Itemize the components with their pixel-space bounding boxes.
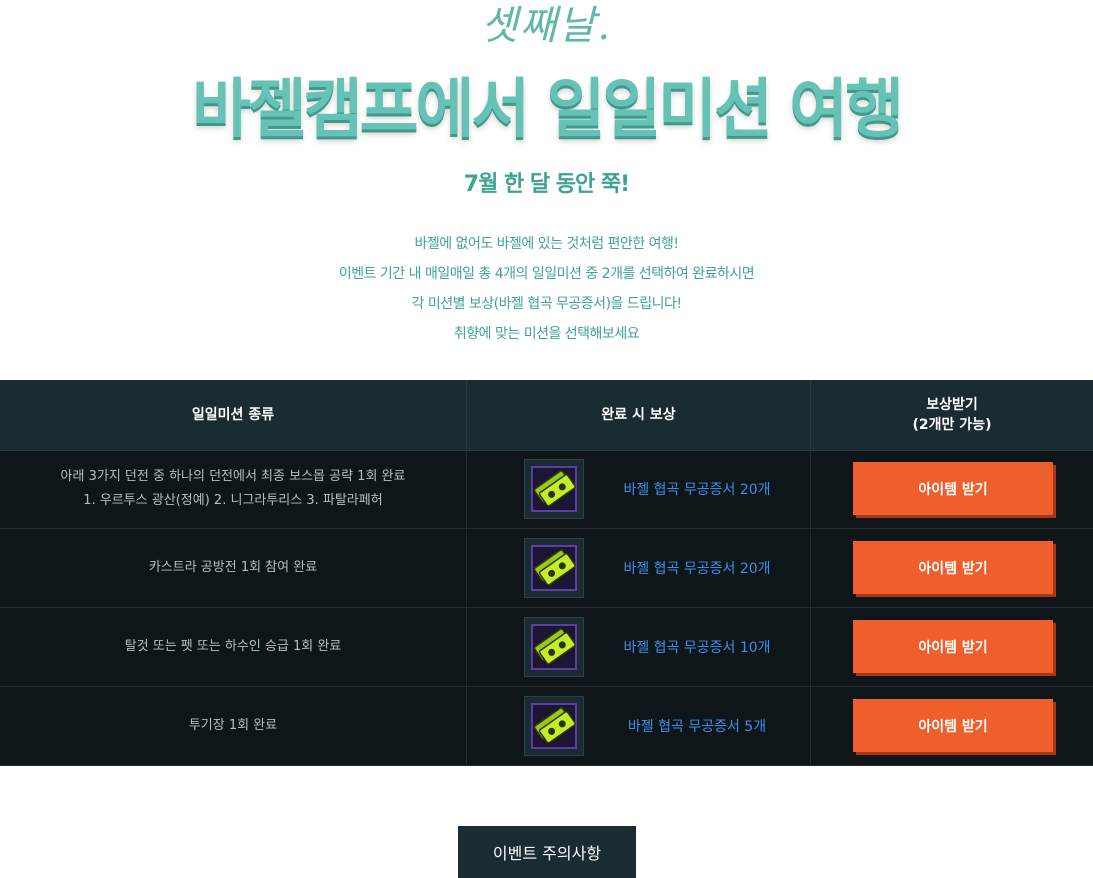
event-description: 바젤에 없어도 바젤에 있는 것처럼 편안한 여행! 이벤트 기간 내 매일매일… (0, 229, 1093, 349)
claim-cell: 아이템 받기 (811, 450, 1093, 528)
claim-cell: 아이템 받기 (811, 529, 1093, 607)
claim-item-button[interactable]: 아이템 받기 (853, 462, 1053, 515)
claim-item-button[interactable]: 아이템 받기 (853, 541, 1053, 594)
description-line: 이벤트 기간 내 매일매일 총 4개의 일일미션 중 2개를 선택하여 완료하시… (338, 266, 755, 282)
table-row: 탈것 또는 펫 또는 하수인 승급 1회 완료 바젤 협곡 무공증서 10개 아… (0, 608, 1093, 687)
mission-table: 일일미션 종류 완료 시 보상 보상받기 (2개만 가능) 아래 3가지 던전 … (0, 380, 1093, 766)
description-line: 바젤에 없어도 바젤에 있는 것처럼 편안한 여행! (414, 236, 679, 252)
claim-item-button[interactable]: 아이템 받기 (853, 620, 1053, 673)
mission-cell: 탈것 또는 펫 또는 하수인 승급 1회 완료 (0, 608, 467, 686)
mission-cell: 아래 3가지 던전 중 하나의 던전에서 최종 보스몹 공략 1회 완료 1. … (0, 450, 467, 528)
description-line: 각 미션별 보상(바젤 협곡 무공증서)을 드립니다! (411, 296, 682, 312)
header-claim-label: 보상받기 (926, 397, 978, 413)
mission-text: 카스트라 공방전 1회 참여 완료 (148, 560, 318, 575)
header-claim-limit: (2개만 가능) (912, 417, 992, 433)
page-title: 바젤캠프에서 일일미션 여행 (191, 73, 904, 147)
description-line: 취향에 맞는 미션을 선택해보세요 (453, 326, 640, 342)
claim-item-button[interactable]: 아이템 받기 (853, 699, 1053, 752)
table-header: 일일미션 종류 완료 시 보상 보상받기 (2개만 가능) (0, 380, 1093, 451)
event-notice-button[interactable]: 이벤트 주의사항 (458, 826, 636, 878)
reward-cell: 바젤 협곡 무공증서 10개 (467, 608, 811, 686)
reward-cell: 바젤 협곡 무공증서 20개 (467, 529, 811, 607)
mission-text: 탈것 또는 펫 또는 하수인 승급 1회 완료 (124, 639, 342, 654)
reward-text: 바젤 협곡 무공증서 20개 (623, 561, 771, 577)
voucher-icon (524, 696, 584, 756)
header-mission-type: 일일미션 종류 (0, 380, 467, 450)
table-row: 카스트라 공방전 1회 참여 완료 바젤 협곡 무공증서 20개 아이템 받기 (0, 529, 1093, 608)
mission-cell: 카스트라 공방전 1회 참여 완료 (0, 529, 467, 607)
day-script-title: 셋째날. (480, 3, 613, 49)
page-subtitle: 7월 한 달 동안 쭉! (463, 172, 630, 197)
reward-cell: 바젤 협곡 무공증서 20개 (467, 450, 811, 528)
reward-text: 바젤 협곡 무공증서 5개 (627, 719, 767, 735)
claim-cell: 아이템 받기 (811, 608, 1093, 686)
reward-text: 바젤 협곡 무공증서 20개 (623, 482, 771, 498)
mission-text: 투기장 1회 완료 (188, 718, 278, 733)
voucher-icon (524, 459, 584, 519)
table-row: 투기장 1회 완료 바젤 협곡 무공증서 5개 아이템 받기 (0, 687, 1093, 766)
voucher-icon (524, 538, 584, 598)
reward-cell: 바젤 협곡 무공증서 5개 (467, 687, 811, 765)
reward-text: 바젤 협곡 무공증서 10개 (623, 640, 771, 656)
mission-cell: 투기장 1회 완료 (0, 687, 467, 765)
mission-text: 아래 3가지 던전 중 하나의 던전에서 최종 보스몹 공략 1회 완료 (60, 469, 406, 484)
voucher-icon (524, 617, 584, 677)
header-reward: 완료 시 보상 (467, 380, 811, 450)
claim-cell: 아이템 받기 (811, 687, 1093, 765)
mission-subtext: 1. 우르투스 광산(정예) 2. 니그라투리스 3. 파탈라페허 (83, 493, 383, 508)
table-row: 아래 3가지 던전 중 하나의 던전에서 최종 보스몹 공략 1회 완료 1. … (0, 450, 1093, 529)
header-claim: 보상받기 (2개만 가능) (811, 380, 1093, 450)
